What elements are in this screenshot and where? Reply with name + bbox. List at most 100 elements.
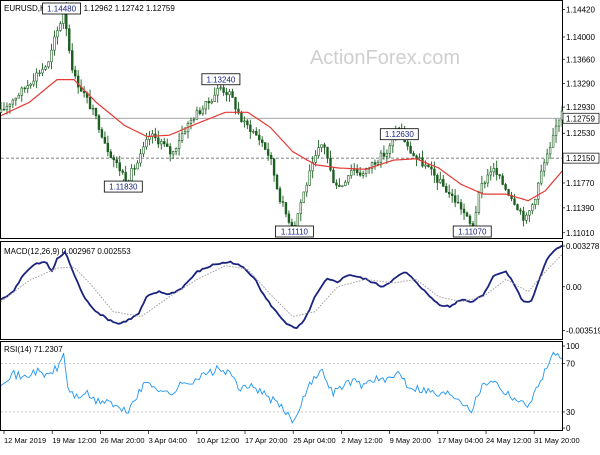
candle-body bbox=[44, 66, 47, 70]
candle-body bbox=[376, 162, 380, 165]
candle-body bbox=[430, 166, 433, 170]
macd-y-tick-label: 0.00 bbox=[566, 283, 582, 292]
candle-body bbox=[462, 208, 466, 214]
candle-body bbox=[139, 153, 142, 164]
candle-body bbox=[266, 149, 270, 156]
candle-body bbox=[495, 168, 498, 175]
candle-body bbox=[439, 179, 442, 183]
candle-body bbox=[560, 110, 564, 121]
candle-body bbox=[56, 30, 59, 38]
annotation-label: 1.14480 bbox=[47, 5, 76, 14]
annotation-label: 1.13240 bbox=[206, 75, 235, 84]
candle-body bbox=[14, 97, 18, 101]
x-tick-label: 25 Apr 04:00 bbox=[293, 436, 336, 445]
candle-body bbox=[115, 159, 118, 164]
candle-body bbox=[459, 202, 463, 210]
x-tick-label: 2 May 12:00 bbox=[341, 436, 382, 445]
candle-body bbox=[275, 174, 279, 190]
candle-body bbox=[258, 134, 261, 141]
candle-body bbox=[195, 110, 199, 120]
candle-body bbox=[358, 172, 362, 176]
candle-body bbox=[234, 97, 237, 110]
candle-body bbox=[103, 136, 107, 144]
x-tick-label: 17 Apr 20:00 bbox=[245, 436, 288, 445]
candle-body bbox=[59, 23, 62, 31]
candle-body bbox=[385, 152, 389, 157]
candle-body bbox=[338, 184, 341, 187]
candle-body bbox=[20, 87, 23, 96]
x-tick-label: 24 May 12:00 bbox=[486, 436, 531, 445]
candle-body bbox=[361, 173, 365, 176]
current-price-label: 1.12759 bbox=[566, 114, 595, 123]
candle-body bbox=[263, 142, 267, 150]
candle-body bbox=[142, 146, 145, 155]
candle-body bbox=[222, 87, 225, 93]
x-tick-label: 31 May 20:00 bbox=[534, 436, 579, 445]
candle-body bbox=[498, 174, 501, 177]
candle-body bbox=[124, 172, 127, 182]
candle-body bbox=[483, 182, 487, 185]
candle-body bbox=[344, 181, 347, 187]
candle-body bbox=[8, 103, 12, 107]
candle-body bbox=[41, 69, 44, 74]
candle-body bbox=[537, 182, 540, 200]
candle-body bbox=[252, 131, 255, 133]
x-tick-label: 12 Mar 2019 bbox=[4, 436, 46, 445]
candle-body bbox=[17, 94, 21, 99]
candle-body bbox=[192, 119, 196, 121]
candle-body bbox=[249, 124, 252, 133]
candle-body bbox=[335, 182, 338, 186]
candle-body bbox=[323, 144, 326, 148]
candle-body bbox=[542, 162, 546, 172]
annotation-label: 1.11110 bbox=[281, 228, 309, 237]
candle-body bbox=[480, 182, 484, 193]
candle-body bbox=[453, 195, 457, 203]
price-panel-title: EURUSD,H4 1.12929 1.12962 1.12742 1.1275… bbox=[4, 4, 175, 13]
candle-body bbox=[427, 164, 430, 168]
candle-body bbox=[445, 186, 448, 193]
candle-body bbox=[130, 168, 133, 181]
candle-body bbox=[448, 192, 451, 195]
candle-body bbox=[528, 210, 531, 216]
x-tick-label: 9 May 20:00 bbox=[390, 436, 431, 445]
level-badge-label: 1.12150 bbox=[566, 154, 595, 163]
candle-body bbox=[551, 135, 555, 148]
candle-body bbox=[540, 170, 543, 184]
price-layer: 1.14480 1.13240 1.11830 1.12630 1.11110 1.110… bbox=[0, 2, 600, 238]
candle-body bbox=[106, 142, 110, 153]
y-tick-label: 1.14420 bbox=[566, 6, 595, 15]
candle-body bbox=[0, 108, 3, 113]
candle-body bbox=[272, 158, 276, 176]
candle-body bbox=[216, 88, 219, 96]
candle-body bbox=[477, 192, 481, 213]
candle-body bbox=[243, 120, 246, 123]
y-tick-label: 1.14000 bbox=[566, 33, 595, 42]
annotation-label: 1.12630 bbox=[385, 130, 414, 139]
candle-body bbox=[406, 141, 409, 147]
candle-body bbox=[38, 72, 41, 75]
candle-body bbox=[554, 125, 558, 136]
candle-body bbox=[353, 169, 356, 171]
candle-body bbox=[112, 157, 115, 161]
candle-body bbox=[225, 92, 228, 96]
candle-body bbox=[332, 169, 335, 184]
candle-body bbox=[136, 162, 139, 170]
rsi-panel bbox=[0, 341, 563, 431]
candle-body bbox=[183, 131, 187, 134]
candle-body bbox=[391, 139, 395, 147]
candle-body bbox=[29, 83, 32, 86]
candle-body bbox=[519, 209, 522, 212]
candle-body bbox=[347, 175, 350, 183]
candle-body bbox=[379, 152, 383, 163]
x-tick-label: 3 Apr 04:00 bbox=[149, 436, 187, 445]
chart-root: ActionForex.com EURUSD,H4 1.12929 1.1296… bbox=[0, 0, 600, 450]
candle-body bbox=[53, 36, 56, 51]
rsi-y-tick-label: 70 bbox=[566, 360, 575, 369]
x-tick-label: 19 Mar 12:00 bbox=[52, 436, 96, 445]
candle-body bbox=[246, 120, 249, 126]
macd-y-tick-label: 0.003278 bbox=[566, 242, 600, 251]
candle-body bbox=[180, 133, 184, 141]
candle-body bbox=[326, 146, 329, 159]
candle-body bbox=[23, 87, 26, 90]
candle-body bbox=[231, 91, 234, 98]
